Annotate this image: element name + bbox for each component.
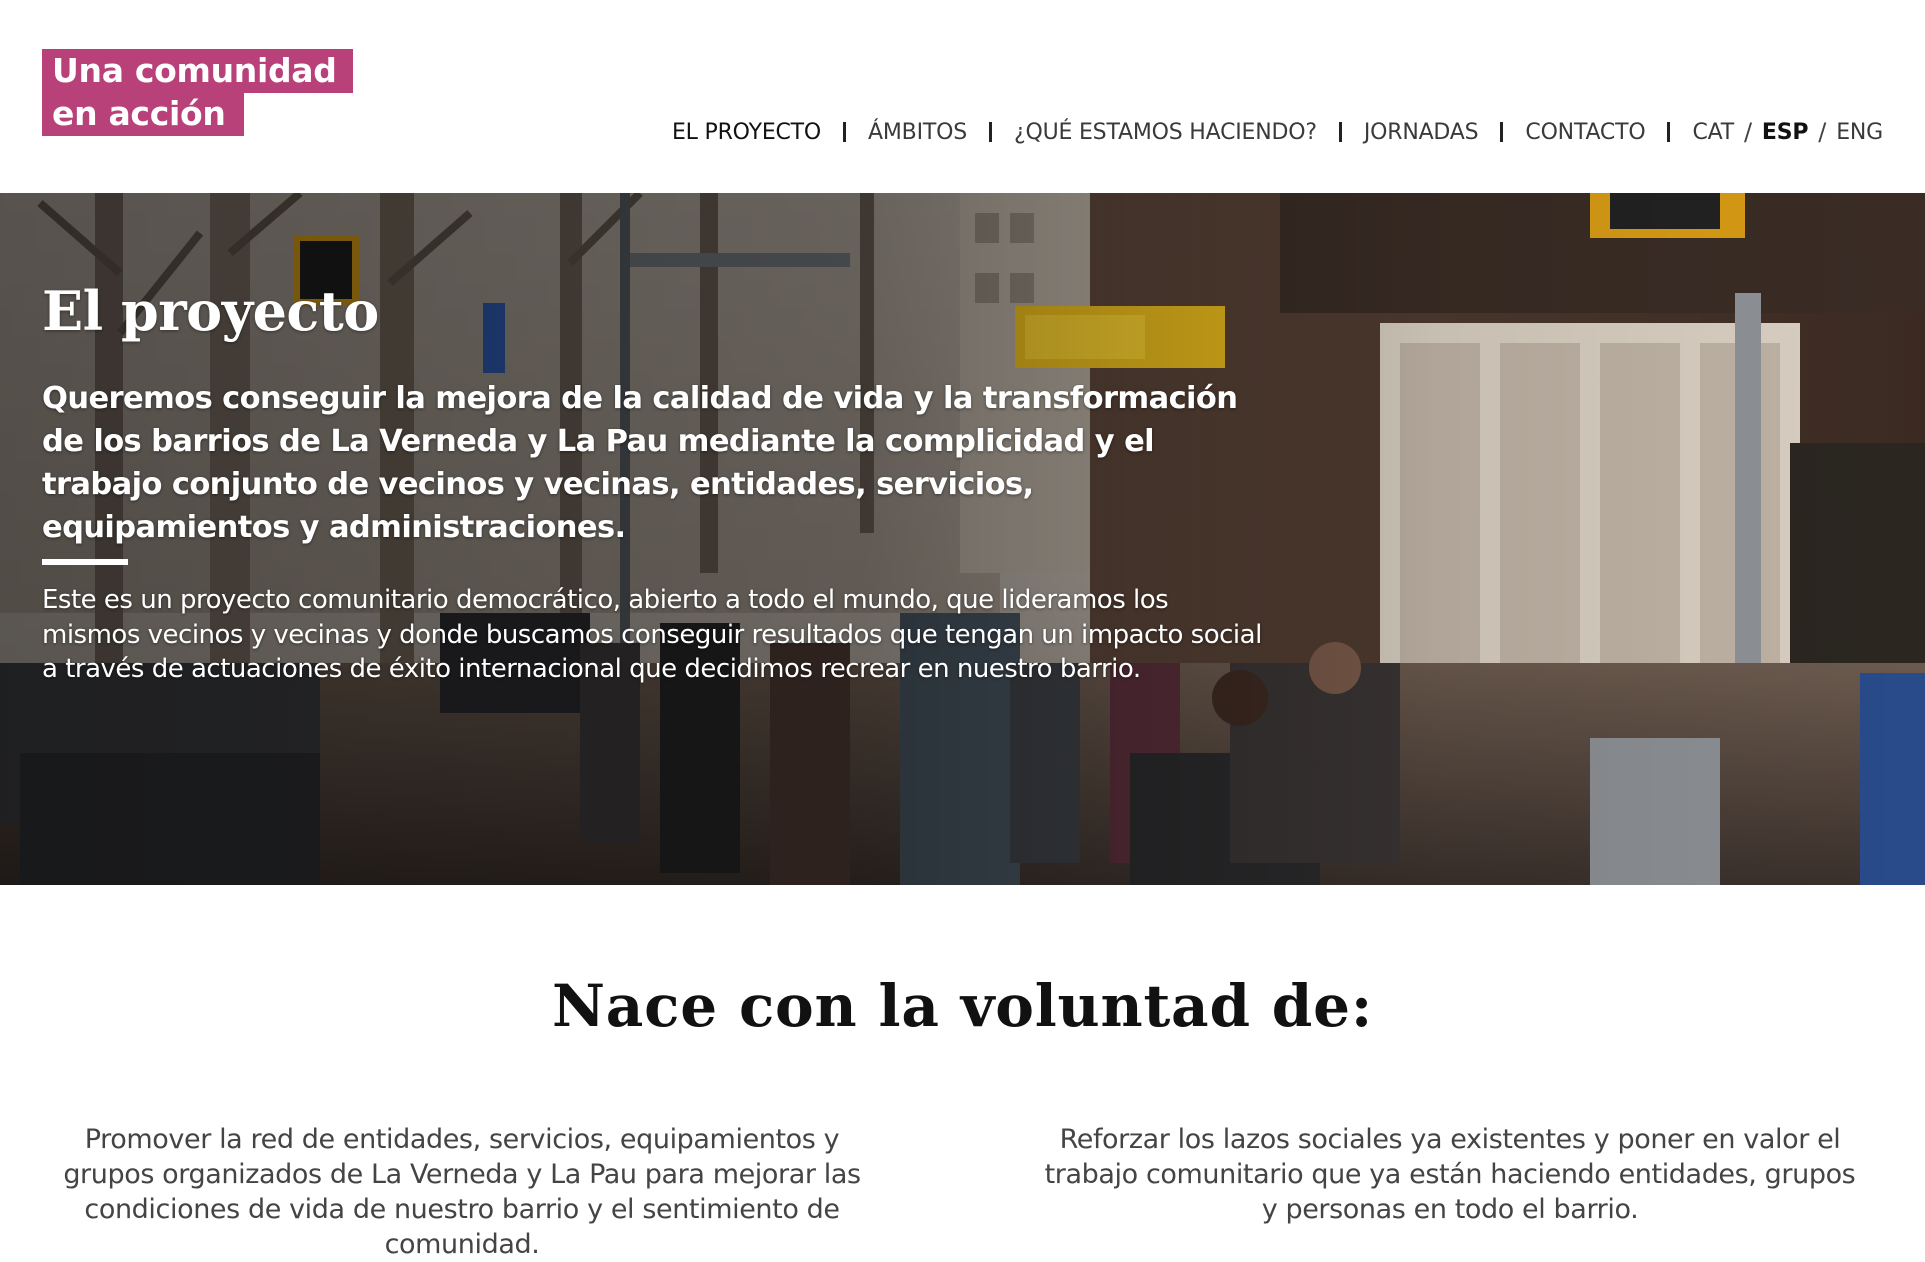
nav-el-proyecto[interactable]: EL PROYECTO [672,120,821,145]
main-navigation: EL PROYECTO ÁMBITOS ¿QUÉ ESTAMOS HACIEND… [672,118,1883,146]
goal-text-1: Promover la red de entidades, servicios,… [63,1124,861,1260]
nav-contacto[interactable]: CONTACTO [1525,120,1645,145]
purpose-heading: Nace con la voluntad de: [551,972,1374,1040]
logo-line-2: en acción [42,92,244,136]
hero-lead-text: Queremos conseguir la mejora de la calid… [42,381,1238,545]
hero-body-text: Este es un proyecto comunitario democrát… [42,585,1262,684]
goal-text-2: Reforzar los lazos sociales ya existente… [1044,1124,1856,1225]
nav-que-estamos-haciendo[interactable]: ¿QUÉ ESTAMOS HACIENDO? [1014,120,1317,145]
nav-separator [843,122,847,142]
nav-ambitos[interactable]: ÁMBITOS [868,120,967,145]
nav-separator [988,122,992,142]
site-logo[interactable]: Una comunidad en acción [42,49,353,136]
site-header: Una comunidad en acción EL PROYECTO ÁMBI… [0,0,1925,193]
hero-content: El proyecto Queremos conseguir la mejora… [42,279,1282,687]
lang-cat[interactable]: CAT [1692,120,1734,145]
lang-separator: / [1744,118,1752,146]
nav-separator [1667,122,1671,142]
hero-divider [42,559,128,565]
nav-jornadas[interactable]: JORNADAS [1364,120,1479,145]
lang-esp[interactable]: ESP [1762,120,1809,145]
page-title: El proyecto [42,279,379,343]
nav-separator [1338,122,1342,142]
lang-separator: / [1818,118,1827,146]
hero-section: El proyecto Queremos conseguir la mejora… [0,193,1925,885]
nav-separator [1500,122,1504,142]
logo-line-1: Una comunidad [42,49,353,93]
lang-eng[interactable]: ENG [1836,120,1883,145]
